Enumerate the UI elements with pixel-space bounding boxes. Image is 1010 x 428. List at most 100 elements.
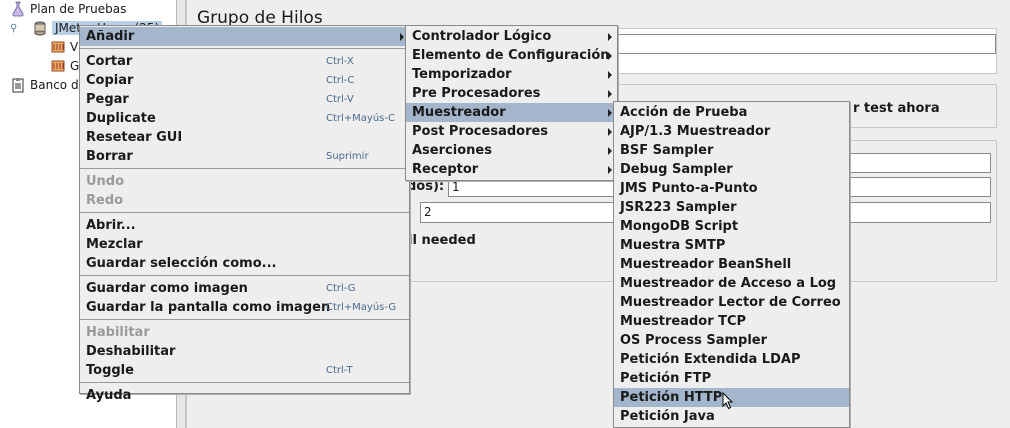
menu-item-resetear-gui[interactable]: Resetear GUI [80, 128, 409, 147]
menu-item-duplicate[interactable]: Duplicate Ctrl+Mayús-C [80, 109, 409, 128]
menu-item-label: Receptor [412, 162, 479, 177]
menu-item-copiar[interactable]: Copiar Ctrl-C [80, 71, 409, 90]
submenu-arrow-icon [608, 166, 612, 174]
menu-item-abrir[interactable]: Abrir... [80, 216, 409, 235]
menu-item-label: Petición HTTP [620, 390, 723, 405]
menu-item-label: Resetear GUI [86, 130, 183, 145]
menu-item-jms-punto-a-punto[interactable]: JMS Punto-a-Punto [614, 179, 849, 198]
menu-item-label: Pre Procesadores [412, 86, 541, 101]
context-menu: Añadir Cortar Ctrl-X Copiar Ctrl-C Pegar Ctrl-… [79, 25, 410, 403]
delay-thread-label: il needed [408, 233, 476, 248]
tree-item-child-g[interactable]: G [50, 57, 79, 75]
menu-item-label: Petición Java [620, 409, 715, 424]
menu-item-shortcut: Ctrl-T [326, 365, 353, 376]
menu-item-muestreador-de-acceso-a-log[interactable]: Muestreador de Acceso a Log [614, 274, 849, 293]
menu-item-label: Deshabilitar [86, 344, 176, 359]
menu-item-anadir[interactable]: Añadir [80, 27, 409, 46]
menu-item-label: Controlador Lógico [412, 29, 552, 44]
menu-item-mezclar[interactable]: Mezclar [80, 235, 409, 254]
menu-item-label: OS Process Sampler [620, 333, 768, 348]
menu-item-label: Redo [86, 193, 124, 208]
menu-item-label: Cortar [86, 54, 133, 69]
menu-item-label: Muestra SMTP [620, 238, 726, 253]
menu-item-peticion-extendida-ldap[interactable]: Petición Extendida LDAP [614, 350, 849, 369]
menu-item-aserciones[interactable]: Aserciones [406, 141, 617, 160]
menu-item-shortcut: Ctrl-X [326, 56, 354, 67]
menu-item-label: Habilitar [86, 325, 150, 340]
menu-item-os-process-sampler[interactable]: OS Process Sampler [614, 331, 849, 350]
menu-item-label: Ayuda [86, 388, 132, 403]
submenu-arrow-icon [608, 71, 612, 79]
menu-item-label: JMS Punto-a-Punto [620, 181, 758, 196]
submenu-arrow-icon [400, 33, 404, 41]
flask-icon [10, 1, 26, 17]
tree-item-label: Plan de Pruebas [30, 2, 127, 16]
menu-item-ayuda[interactable]: Ayuda [80, 386, 409, 405]
tree-item-label: G [70, 59, 80, 73]
tree-item-workbench[interactable]: Banco d [10, 76, 79, 94]
menu-item-muestra-smtp[interactable]: Muestra SMTP [614, 236, 849, 255]
menu-item-label: Guardar selección como... [86, 256, 277, 271]
menu-item-ajp-1-3-muestreador[interactable]: AJP/1.3 Muestreador [614, 122, 849, 141]
menu-item-temporizador[interactable]: Temporizador [406, 65, 617, 84]
menu-item-cortar[interactable]: Cortar Ctrl-X [80, 52, 409, 71]
menu-item-bsf-sampler[interactable]: BSF Sampler [614, 141, 849, 160]
menu-item-post-procesadores[interactable]: Post Procesadores [406, 122, 617, 141]
menu-item-shortcut: Ctrl+Mayús-G [326, 302, 397, 313]
menu-item-habilitar: Habilitar [80, 323, 409, 342]
menu-item-undo: Undo [80, 172, 409, 191]
menu-item-deshabilitar[interactable]: Deshabilitar [80, 342, 409, 361]
menu-item-pegar[interactable]: Pegar Ctrl-V [80, 90, 409, 109]
menu-item-label: Duplicate [86, 111, 156, 126]
menu-item-label: Toggle [86, 363, 134, 378]
menu-item-shortcut: Ctrl-G [326, 283, 356, 294]
menu-item-label: Pegar [86, 92, 129, 107]
menu-item-debug-sampler[interactable]: Debug Sampler [614, 160, 849, 179]
tree-item-label: V [70, 40, 79, 54]
menu-item-label: Borrar [86, 149, 133, 164]
menu-item-peticion-ftp[interactable]: Petición FTP [614, 369, 849, 388]
menu-item-muestreador[interactable]: Muestreador [406, 103, 617, 122]
menu-item-receptor[interactable]: Receptor [406, 160, 617, 179]
menu-item-label: Añadir [86, 29, 135, 44]
menu-item-label: Temporizador [412, 67, 512, 82]
tree-item-label: Banco d [30, 78, 79, 92]
menu-item-toggle[interactable]: Toggle Ctrl-T [80, 361, 409, 380]
menu-item-label: Muestreador [412, 105, 506, 120]
submenu-arrow-icon [608, 147, 612, 155]
menu-item-muestreador-beanshell[interactable]: Muestreador BeanShell [614, 255, 849, 274]
menu-item-muestreador-tcp[interactable]: Muestreador TCP [614, 312, 849, 331]
menu-item-controlador-logico[interactable]: Controlador Lógico [406, 27, 617, 46]
menu-item-label: BSF Sampler [620, 143, 714, 158]
mouse-cursor-icon [722, 391, 734, 414]
submenu-arrow-icon [608, 90, 612, 98]
menu-item-accion-de-prueba[interactable]: Acción de Prueba [614, 103, 849, 122]
sampler-submenu: Acción de Prueba AJP/1.3 Muestreador BSF S… [613, 101, 850, 428]
menu-item-jsr223-sampler[interactable]: JSR223 Sampler [614, 198, 849, 217]
menu-item-guardar-la-pantalla-como-imagen[interactable]: Guardar la pantalla como imagen Ctrl+Mayú… [80, 298, 409, 317]
menu-item-mongodb-script[interactable]: MongoDB Script [614, 217, 849, 236]
menu-item-label: Guardar la pantalla como imagen [86, 300, 331, 315]
menu-item-shortcut: Ctrl-V [326, 94, 354, 105]
menu-item-guardar-como-imagen[interactable]: Guardar como imagen Ctrl-G [80, 279, 409, 298]
sampler-icon [50, 39, 66, 55]
menu-item-label: Mezclar [86, 237, 143, 252]
tree-item-test-plan[interactable]: Plan de Pruebas [10, 0, 126, 18]
menu-item-guardar-seleccion-como[interactable]: Guardar selección como... [80, 254, 409, 273]
menu-item-label: Muestreador BeanShell [620, 257, 792, 272]
submenu-arrow-icon [608, 109, 612, 117]
menu-item-elemento-de-configuracion[interactable]: Elemento de Configuración [406, 46, 617, 65]
menu-item-label: Guardar como imagen [86, 281, 248, 296]
menu-item-label: Elemento de Configuración [412, 48, 610, 63]
menu-item-label: Muestreador Lector de Correo [620, 295, 841, 310]
menu-item-pre-procesadores[interactable]: Pre Procesadores [406, 84, 617, 103]
tree-item-child-v[interactable]: V [50, 38, 78, 56]
menu-item-label: JSR223 Sampler [620, 200, 737, 215]
tree-expander-icon[interactable]: ⚲ [10, 23, 18, 34]
menu-item-label: MongoDB Script [620, 219, 739, 234]
submenu-arrow-icon [608, 52, 612, 60]
run-now-label: r test ahora [853, 101, 940, 116]
menu-item-muestreador-lector-de-correo[interactable]: Muestreador Lector de Correo [614, 293, 849, 312]
spool-icon [32, 20, 48, 36]
menu-item-borrar[interactable]: Borrar Suprimir [80, 147, 409, 166]
